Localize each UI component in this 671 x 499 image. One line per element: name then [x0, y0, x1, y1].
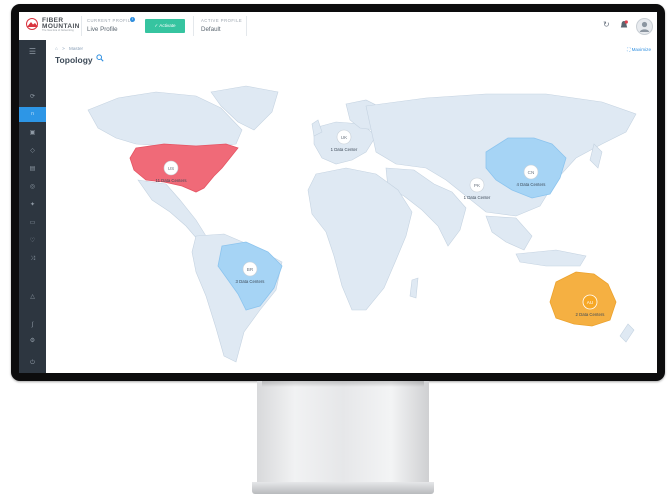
marker-code: US [168, 166, 174, 171]
info-icon[interactable]: i [130, 17, 135, 22]
topology-icon: ∩ [30, 111, 35, 117]
sidebar-item-monitor[interactable]: ▭ [19, 216, 46, 231]
compass-icon: ◎ [29, 184, 36, 190]
marker-label: 1 Data Center [464, 195, 491, 200]
sidebar-item-settings[interactable]: ⚙ [19, 334, 46, 349]
breadcrumb-separator: > [62, 46, 65, 51]
marker-code: CN [528, 170, 535, 175]
network-icon: ✦ [29, 202, 36, 208]
shuffle-icon: ⤨ [30, 256, 35, 262]
maximize-button[interactable]: ⛶ Maximize [627, 47, 651, 52]
sidebar-item-power[interactable]: ⏻ [19, 356, 46, 371]
cycle-icon: ⟳ [29, 94, 36, 100]
search-icon[interactable] [96, 54, 104, 62]
marker-label: 4 Data Centers [517, 182, 546, 187]
region-au[interactable] [549, 271, 617, 327]
monitor-icon: ▭ [29, 220, 36, 226]
home-icon[interactable]: ⌂ [55, 46, 58, 51]
header-divider [81, 16, 82, 36]
screen: FIBER MOUNTAIN The New Era of Networking… [19, 12, 657, 373]
world-map[interactable]: US 11 Data Centers UK 1 Data Center PK 1… [46, 40, 657, 373]
monitor-stand-foot [252, 482, 434, 494]
activate-button[interactable]: ✓ Activate [145, 19, 185, 33]
sidebar-item-connections[interactable]: ✦ [19, 198, 46, 213]
triangle-icon: △ [30, 294, 35, 300]
gear-icon: ⚙ [29, 338, 36, 344]
sidebar-item-layers[interactable]: ◇ [19, 144, 46, 159]
marker-code: PK [474, 183, 481, 188]
header-divider [193, 16, 194, 36]
monitor-stand [257, 381, 429, 483]
hamburger-menu-icon[interactable]: ☰ [19, 44, 46, 59]
user-avatar[interactable] [636, 18, 653, 35]
brand-tagline: The New Era of Networking [42, 29, 74, 32]
sidebar-item-workflow[interactable]: ⤨ [19, 252, 46, 267]
breadcrumb-item-master[interactable]: Master [69, 46, 83, 51]
notification-icon[interactable] [620, 20, 628, 30]
sidebar-item-reports[interactable]: △ [19, 290, 46, 305]
page-title: Topology [55, 55, 93, 65]
power-icon: ⏻ [30, 360, 35, 366]
current-profile-label: CURRENT PROFILE [87, 18, 134, 23]
header-divider [246, 16, 247, 36]
marker-label: 11 Data Centers [156, 178, 187, 183]
sidebar-item-alerts[interactable]: ♡ [19, 234, 46, 249]
brand-logo[interactable]: FIBER MOUNTAIN The New Era of Networking [25, 17, 83, 35]
current-profile-value[interactable]: Live Profile [87, 26, 118, 33]
layers-icon: ◇ [30, 148, 35, 154]
bell-icon: ♡ [29, 238, 36, 244]
marker-code: BR [247, 267, 254, 272]
active-profile-value: Default [201, 26, 221, 33]
sidebar-item-refresh[interactable]: ⟳ [19, 90, 46, 105]
refresh-icon[interactable]: ↻ [603, 20, 610, 30]
top-header: FIBER MOUNTAIN The New Era of Networking… [19, 12, 657, 41]
sidebar-item-racks[interactable]: ▤ [19, 162, 46, 177]
script-icon: ∫ [31, 322, 34, 328]
land-masses [87, 85, 637, 363]
sidebar-item-devices[interactable]: ▣ [19, 126, 46, 141]
marker-label: 2 Data Centers [576, 312, 605, 317]
sidebar-item-topology[interactable]: ∩ [19, 107, 46, 122]
marker-code: UK [341, 135, 348, 140]
sidebar-item-scripts[interactable]: ∫ [19, 318, 46, 333]
main-content: US 11 Data Centers UK 1 Data Center PK 1… [46, 40, 657, 373]
rack-icon: ▤ [29, 166, 36, 172]
marker-label: 1 Data Center [331, 147, 358, 152]
stand-shadow [262, 381, 424, 387]
sidebar: ☰ ⟳ ∩ ▣ ◇ ▤ ◎ ✦ ▭ ♡ ⤨ △ ∫ ⚙ ⏻ [19, 40, 46, 373]
user-avatar-icon [639, 21, 650, 32]
marker-label: 3 Data Centers [236, 279, 265, 284]
mountain-logo-icon [26, 18, 38, 30]
sidebar-item-discover[interactable]: ◎ [19, 180, 46, 195]
device-icon: ▣ [29, 130, 36, 136]
monitor-bezel: FIBER MOUNTAIN The New Era of Networking… [11, 4, 665, 381]
breadcrumb: ⌂ > Master [55, 46, 86, 51]
marker-code: AU [587, 300, 593, 305]
active-profile-label: ACTIVE PROFILE [201, 18, 243, 23]
